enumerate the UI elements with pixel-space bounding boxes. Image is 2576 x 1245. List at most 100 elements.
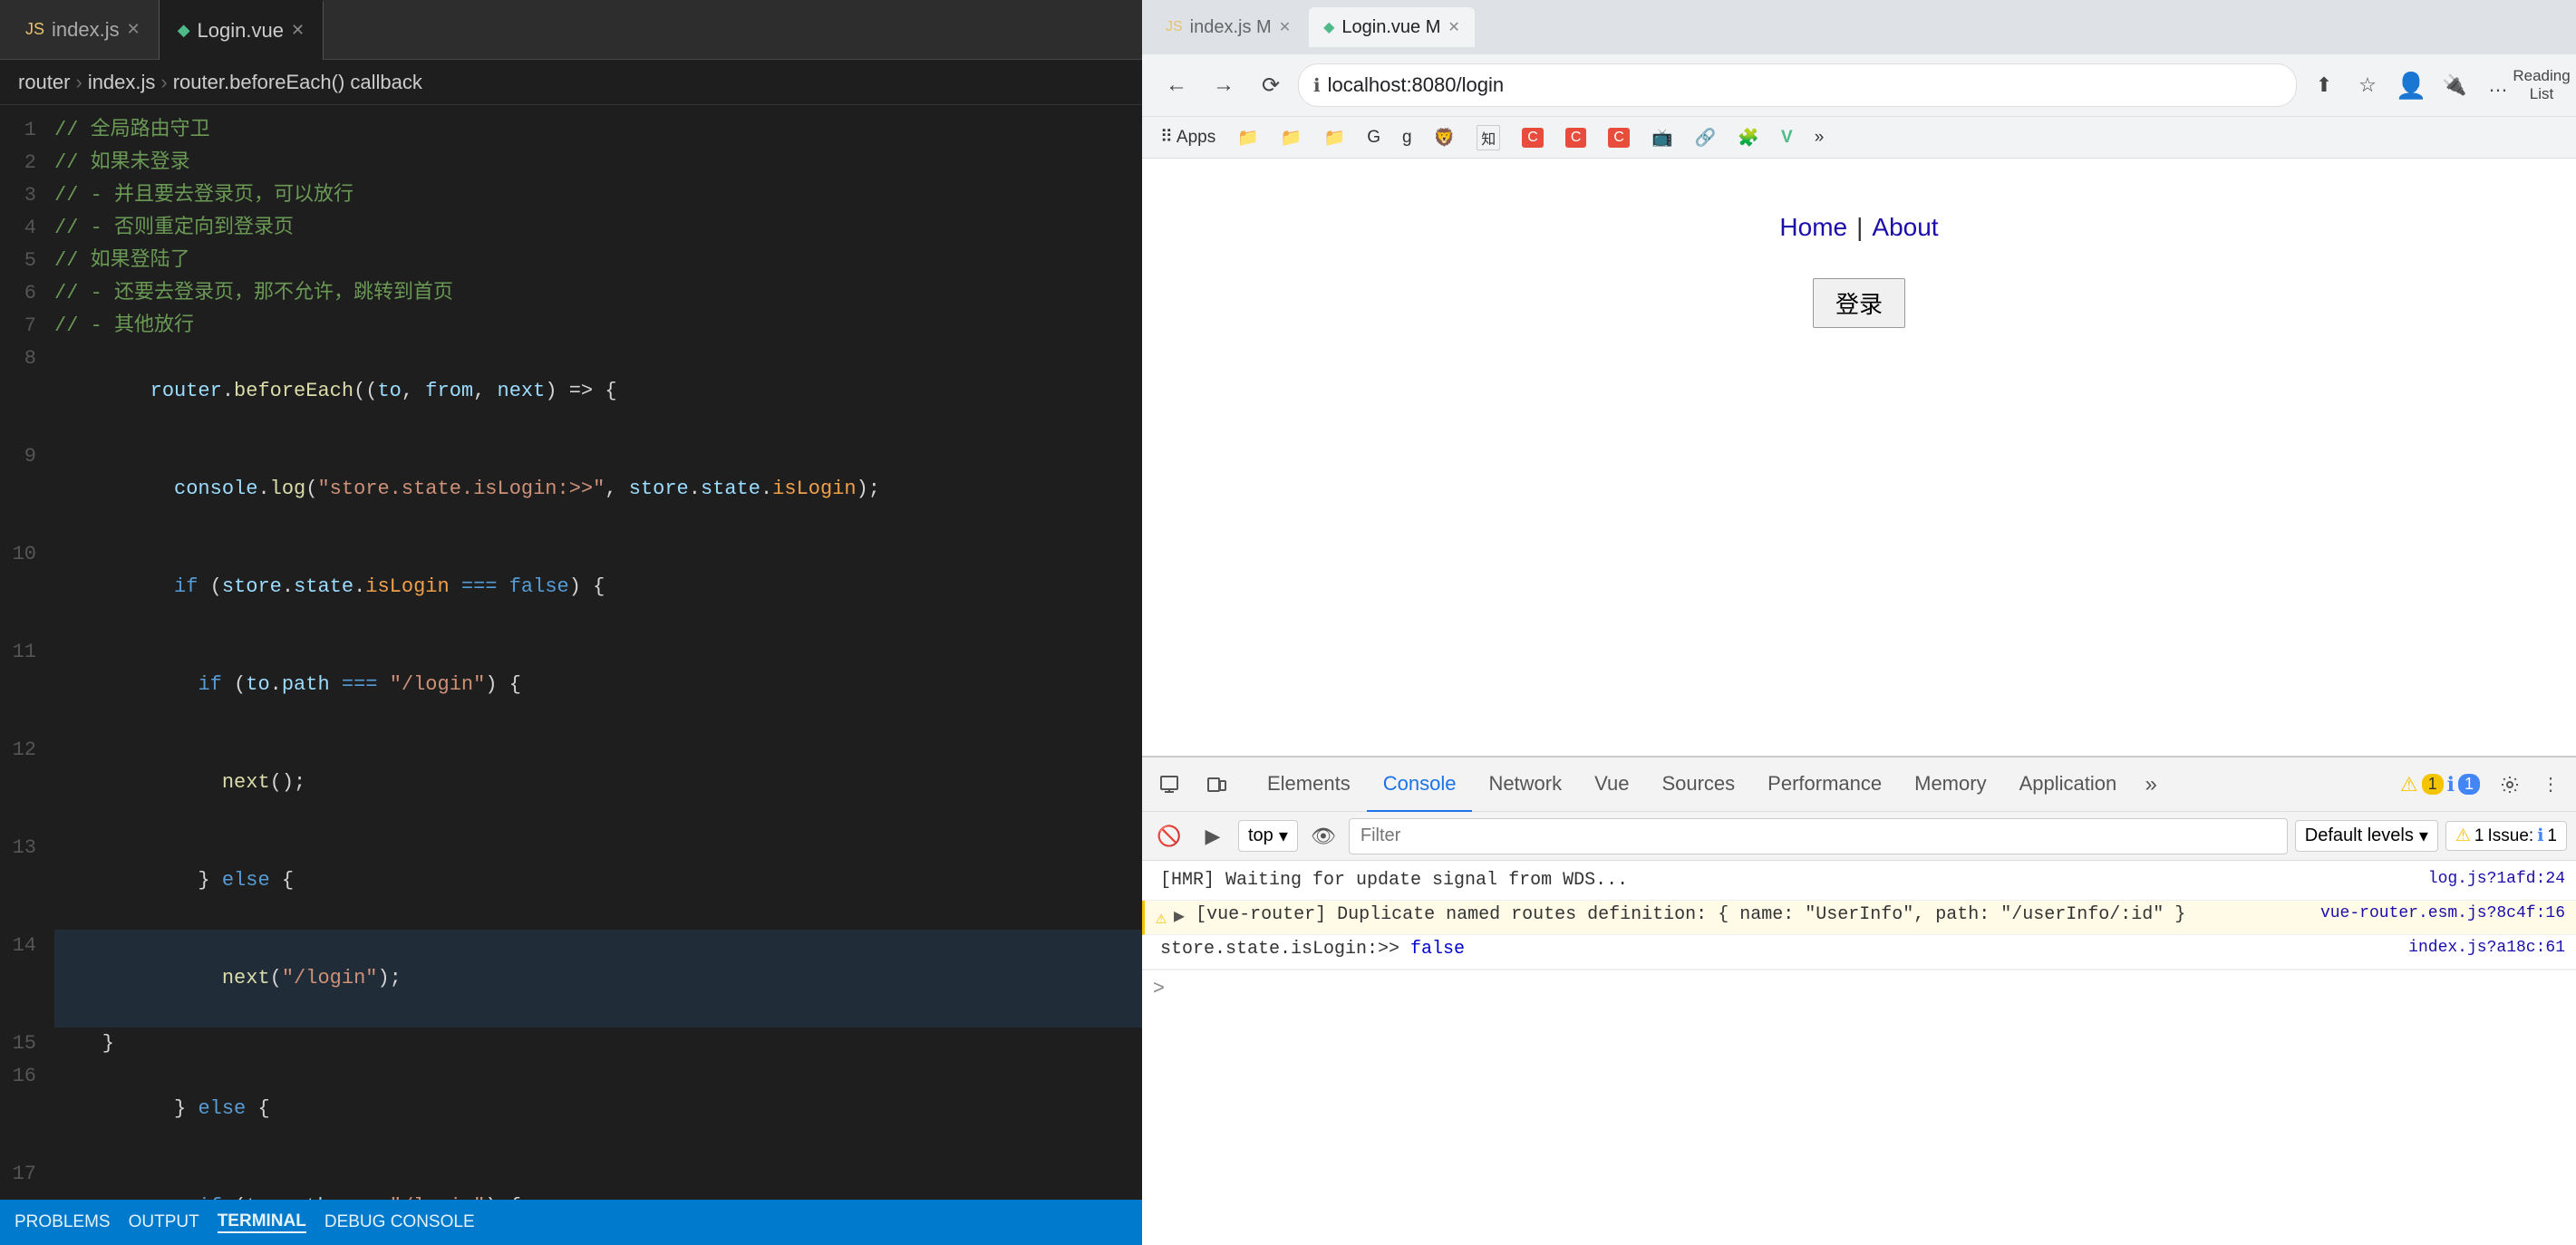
devtools-tab-memory[interactable]: Memory [1898,758,2002,812]
reading-list-button[interactable]: Reading List [2522,65,2561,105]
browser-pane: JS index.js M ✕ ◆ Login.vue M ✕ ← → ⟳ ℹ … [1142,0,2576,1245]
bookmark-ext[interactable]: 🧩 [1729,122,1768,153]
context-selector[interactable]: top ▾ [1238,820,1298,852]
bookmark-folder-2[interactable]: 📁 [1272,122,1312,153]
login-button[interactable]: 登录 [1813,278,1905,328]
console-filter-input[interactable] [1349,818,2288,854]
browser-tab-login-vue[interactable]: ◆ Login.vue M ✕ [1309,7,1475,47]
breadcrumb-file[interactable]: index.js [88,71,156,94]
context-label: top [1248,825,1273,846]
bookmark-more[interactable]: » [1806,122,1834,153]
statusbar-problems[interactable]: PROBLEMS [15,1212,111,1232]
bookmarks-bar: ⠿ Apps 📁 📁 📁 G g 🦁 知 C C C 📺 🔗 🧩 V » [1142,116,2576,158]
console-toolbar: 🚫 ▶ top ▾ 👁 Default levels ▾ ⚠ 1 [1142,812,2576,861]
devtools-more-button[interactable]: ⋮ [2532,767,2569,801]
editor-tab-login-vue[interactable]: ◆ Login.vue ✕ [160,0,324,60]
warning-expand-icon[interactable]: ▶ [1174,904,1185,928]
bookmark-apps[interactable]: ⠿ Apps [1151,122,1225,153]
warning-icon: ⚠ [1156,904,1167,930]
code-line-4: 4 // - 否则重定向到登录页 [0,212,1142,245]
console-source-islogin[interactable]: index.js?a18c:61 [2408,939,2565,957]
profile-button[interactable]: 👤 [2391,65,2431,105]
devtools-overflow-button[interactable]: » [2133,765,2169,805]
show-hide-messages-button[interactable]: 👁 [1305,818,1341,854]
link-icon: 🔗 [1695,127,1717,149]
code-line-1: 1 // 全局路由守卫 [0,114,1142,147]
tab-close-login-vue[interactable]: ✕ [291,21,305,40]
address-bar[interactable]: ℹ localhost:8080/login [1298,63,2297,107]
console-prompt: > [1142,970,2576,1005]
devtools-settings-button[interactable] [2491,769,2529,800]
execute-context-button[interactable]: ▶ [1195,818,1231,854]
code-line-6: 6 // - 还要去登录页，那不允许，跳转到首页 [0,277,1142,310]
devtools-tab-performance[interactable]: Performance [1751,758,1898,812]
warning-count-badge: 1 [2422,774,2444,795]
bookmark-g2[interactable]: g [1393,122,1421,153]
browser-tab-label-index-js: index.js M [1190,17,1272,38]
bookmark-google[interactable]: G [1358,122,1390,153]
bookmark-folder-1[interactable]: 📁 [1228,122,1268,153]
code-area: 1 // 全局路由守卫 2 // 如果未登录 3 // - 并且要去登录页，可以… [0,105,1142,1200]
code-line-9: 9 console.log("store.state.isLogin:>>", … [0,440,1142,538]
devtools-tab-console[interactable]: Console [1367,758,1473,812]
devtools-tab-application[interactable]: Application [2003,758,2134,812]
editor-tab-index-js[interactable]: JS index.js ✕ [7,0,160,60]
bookmark-c3[interactable]: C [1599,122,1639,153]
code-line-12: 12 next(); [0,734,1142,832]
extension-button[interactable]: 🔌 [2435,65,2474,105]
breadcrumb-sep-2: › [160,71,167,94]
devtools-tab-vue[interactable]: Vue [1578,758,1645,812]
browser-tab-close-index[interactable]: ✕ [1279,18,1291,36]
bookmark-v[interactable]: V [1772,122,1802,153]
folder-icon-2: 📁 [1281,127,1303,149]
nav-separator: | [1856,213,1863,242]
browser-tab-index-js[interactable]: JS index.js M ✕ [1151,7,1305,47]
breadcrumb: router › index.js › router.beforeEach() … [0,60,1142,105]
statusbar-terminal[interactable]: TERMINAL [218,1211,306,1233]
console-source-hmr[interactable]: log.js?1afd:24 [2428,870,2565,888]
bookmark-tv[interactable]: 📺 [1642,122,1682,153]
bookmark-lion[interactable]: 🦁 [1425,122,1465,153]
bookmark-button[interactable]: ☆ [2348,65,2387,105]
tab-close-index-js[interactable]: ✕ [127,20,140,39]
filter-text-input[interactable] [1361,825,2276,846]
code-line-10: 10 if (store.state.isLogin === false) { [0,538,1142,636]
bookmark-folder-3[interactable]: 📁 [1315,122,1355,153]
clear-console-button[interactable]: 🚫 [1151,818,1187,854]
browser-tab-close-login[interactable]: ✕ [1448,18,1459,36]
devtools-icon-buttons [1149,765,1236,805]
c3-icon: C [1608,128,1630,148]
devtools-inspect-button[interactable] [1149,765,1189,805]
google-icon: G [1367,128,1380,148]
warning-badge-icon: ⚠ [2400,773,2418,796]
info-badge-icon: ℹ [2447,773,2455,796]
forward-button[interactable]: → [1204,65,1244,105]
bookmark-zhi[interactable]: 知 [1467,122,1509,153]
code-line-5: 5 // 如果登陆了 [0,245,1142,277]
c1-icon: C [1522,128,1544,148]
devtools-tab-elements[interactable]: Elements [1251,758,1367,812]
tv-icon: 📺 [1651,127,1673,149]
apps-icon: ⠿ [1160,127,1173,148]
console-source-warning[interactable]: vue-router.esm.js?8c4f:16 [2320,904,2565,922]
bookmark-c1[interactable]: C [1513,122,1553,153]
reload-button[interactable]: ⟳ [1251,65,1291,105]
about-link[interactable]: About [1872,213,1938,242]
breadcrumb-callback[interactable]: router.beforeEach() callback [173,71,422,94]
share-button[interactable]: ⬆ [2304,65,2344,105]
log-level-selector[interactable]: Default levels ▾ [2295,820,2438,852]
devtools-tab-network[interactable]: Network [1472,758,1578,812]
breadcrumb-sep-1: › [75,71,82,94]
issue-warning-icon: ⚠ [2455,825,2471,846]
level-label: Default levels [2305,825,2414,846]
v-icon: V [1781,128,1793,148]
statusbar-output[interactable]: OUTPUT [129,1212,199,1232]
bookmark-link[interactable]: 🔗 [1686,122,1726,153]
devtools-device-button[interactable] [1196,765,1236,805]
home-link[interactable]: Home [1779,213,1847,242]
devtools-tab-sources[interactable]: Sources [1645,758,1751,812]
breadcrumb-router[interactable]: router [18,71,70,94]
back-button[interactable]: ← [1157,65,1196,105]
bookmark-c2[interactable]: C [1556,122,1596,153]
statusbar-debug-console[interactable]: DEBUG CONSOLE [324,1212,475,1232]
